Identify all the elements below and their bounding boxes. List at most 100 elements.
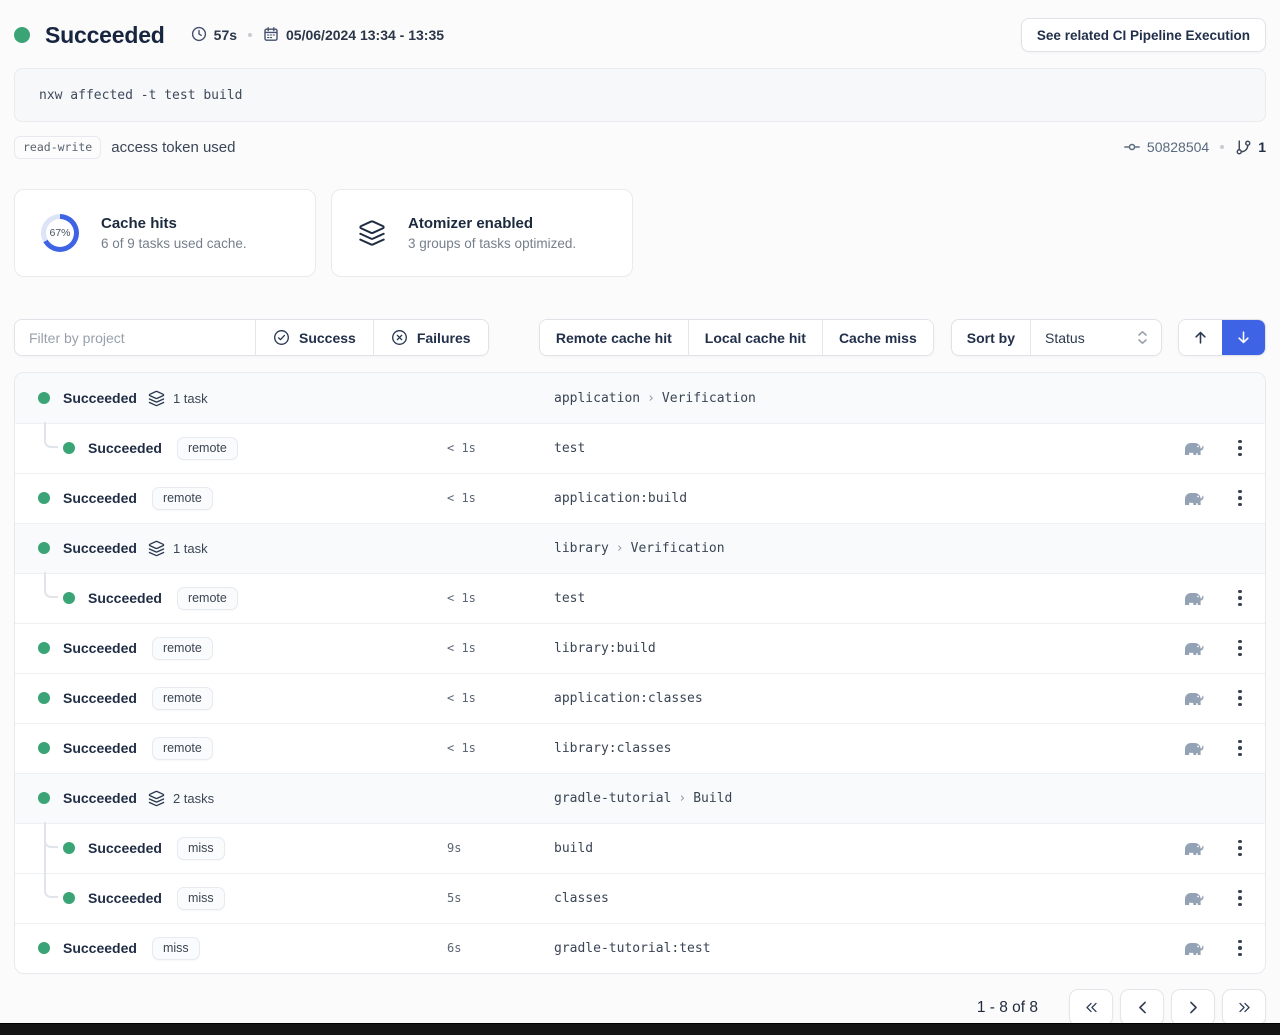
task-group-row[interactable]: Succeeded2 tasksgradle-tutorial›Build <box>15 773 1265 823</box>
cache-status-badge: remote <box>177 587 238 610</box>
gradle-icon[interactable] <box>1183 590 1205 606</box>
status-dot <box>38 742 50 754</box>
gradle-icon[interactable] <box>1183 740 1205 756</box>
row-status-label: Succeeded <box>88 840 162 856</box>
gradle-icon[interactable] <box>1183 640 1205 656</box>
kebab-menu-icon[interactable] <box>1234 736 1246 761</box>
failures-filter-label: Failures <box>417 330 471 346</box>
task-duration: < 1s <box>447 741 554 755</box>
cache-filter-group: Remote cache hit Local cache hit Cache m… <box>539 319 934 356</box>
x-circle-icon <box>391 329 408 346</box>
sort-descending-button[interactable] <box>1222 320 1265 355</box>
status-dot <box>63 442 75 454</box>
first-page-button[interactable] <box>1069 989 1113 1026</box>
task-group-row[interactable]: Succeeded1 tasklibrary›Verification <box>15 523 1265 573</box>
tree-connector-icon <box>44 422 58 448</box>
atomizer-card[interactable]: Atomizer enabled 3 groups of tasks optim… <box>331 189 633 277</box>
task-duration: < 1s <box>447 641 554 655</box>
cache-status-badge: miss <box>152 937 200 960</box>
arrow-down-icon <box>1235 329 1252 346</box>
next-page-button[interactable] <box>1171 989 1215 1026</box>
task-duration: 6s <box>447 941 554 955</box>
project-name: application <box>554 391 640 406</box>
task-row[interactable]: Succeededremote< 1slibrary:classes <box>15 723 1265 773</box>
target-group-name: Verification <box>662 391 756 406</box>
cache-status-badge: miss <box>177 837 225 860</box>
atomizer-subtitle: 3 groups of tasks optimized. <box>408 236 576 251</box>
gradle-icon[interactable] <box>1183 890 1205 906</box>
task-row[interactable]: Succeededremote< 1sapplication:classes <box>15 673 1265 723</box>
cache-status-badge: remote <box>152 487 213 510</box>
run-detail-page: Succeeded 57s 05/06/2024 13:34 - 13:35 S… <box>0 0 1280 1026</box>
run-duration-label: 57s <box>214 27 237 43</box>
row-icons <box>1183 586 1265 611</box>
kebab-menu-icon[interactable] <box>1234 886 1246 911</box>
gradle-icon[interactable] <box>1183 440 1205 456</box>
kebab-menu-icon[interactable] <box>1234 486 1246 511</box>
failures-filter-button[interactable]: Failures <box>373 320 488 355</box>
cache-miss-button[interactable]: Cache miss <box>822 320 933 355</box>
gradle-icon[interactable] <box>1183 690 1205 706</box>
kebab-menu-icon[interactable] <box>1234 586 1246 611</box>
gradle-icon[interactable] <box>1183 490 1205 506</box>
task-name: test <box>554 441 1183 456</box>
kebab-menu-icon[interactable] <box>1234 836 1246 861</box>
row-status-area: Succeeded remote <box>15 437 447 460</box>
chevron-right-icon <box>1185 999 1202 1016</box>
cache-hits-title: Cache hits <box>101 215 247 232</box>
command-box: nxw affected -t test build <box>14 68 1266 122</box>
row-status-label: Succeeded <box>63 640 137 656</box>
task-row[interactable]: Succeededmiss9sbuild <box>15 823 1265 873</box>
task-row[interactable]: Succeededremote< 1slibrary:build <box>15 623 1265 673</box>
gradle-icon[interactable] <box>1183 840 1205 856</box>
related-ci-pipeline-button[interactable]: See related CI Pipeline Execution <box>1021 18 1266 52</box>
kebab-menu-icon[interactable] <box>1234 686 1246 711</box>
row-icons <box>1183 936 1265 961</box>
last-page-button[interactable] <box>1222 989 1266 1026</box>
cache-status-badge: remote <box>152 737 213 760</box>
row-status-label: Succeeded <box>88 440 162 456</box>
sort-select[interactable]: Status <box>1031 320 1161 355</box>
task-duration: < 1s <box>447 691 554 705</box>
task-duration: < 1s <box>447 591 554 605</box>
task-name: application:classes <box>554 691 1183 706</box>
project-filter-input[interactable] <box>15 320 255 355</box>
check-circle-icon <box>273 329 290 346</box>
row-status-area: Succeededremote <box>15 637 447 660</box>
page-title: Succeeded <box>45 22 165 49</box>
kebab-menu-icon[interactable] <box>1234 436 1246 461</box>
status-dot <box>14 27 30 43</box>
kebab-menu-icon[interactable] <box>1234 936 1246 961</box>
task-group-row[interactable]: Succeeded1 taskapplication›Verification <box>15 373 1265 423</box>
cache-hits-card[interactable]: 67% Cache hits 6 of 9 tasks used cache. <box>14 189 316 277</box>
calendar-icon <box>263 26 279 45</box>
row-status-label: Succeeded <box>63 390 137 406</box>
task-duration: < 1s <box>447 441 554 455</box>
local-cache-hit-button[interactable]: Local cache hit <box>688 320 822 355</box>
cache-status-badge: remote <box>152 687 213 710</box>
row-status-label: Succeeded <box>88 890 162 906</box>
remote-cache-hit-button[interactable]: Remote cache hit <box>540 320 688 355</box>
status-dot <box>38 542 50 554</box>
pagination: 1 - 8 of 8 <box>14 989 1266 1026</box>
pagination-range: 1 - 8 of 8 <box>977 999 1038 1017</box>
previous-page-button[interactable] <box>1120 989 1164 1026</box>
cache-status-badge: remote <box>177 437 238 460</box>
task-row[interactable]: Succeededmiss5sclasses <box>15 873 1265 923</box>
task-row[interactable]: Succeeded remote < 1stest <box>15 423 1265 473</box>
gradle-icon[interactable] <box>1183 940 1205 956</box>
task-row[interactable]: Succeededmiss6sgradle-tutorial:test <box>15 923 1265 973</box>
run-date-range-label: 05/06/2024 13:34 - 13:35 <box>286 27 444 43</box>
success-filter-button[interactable]: Success <box>255 320 373 355</box>
commit-id[interactable]: 50828504 <box>1147 139 1209 155</box>
task-row[interactable]: Succeededremote< 1sapplication:build <box>15 473 1265 523</box>
task-row[interactable]: Succeededremote< 1stest <box>15 573 1265 623</box>
chevron-up-down-icon <box>1136 329 1149 346</box>
sort-ascending-button[interactable] <box>1179 320 1222 355</box>
sort-value: Status <box>1045 330 1085 346</box>
task-count: 1 task <box>173 541 208 556</box>
sort-group: Sort by Status <box>951 319 1162 356</box>
task-name: test <box>554 591 1183 606</box>
task-name: library:build <box>554 641 1183 656</box>
kebab-menu-icon[interactable] <box>1234 636 1246 661</box>
